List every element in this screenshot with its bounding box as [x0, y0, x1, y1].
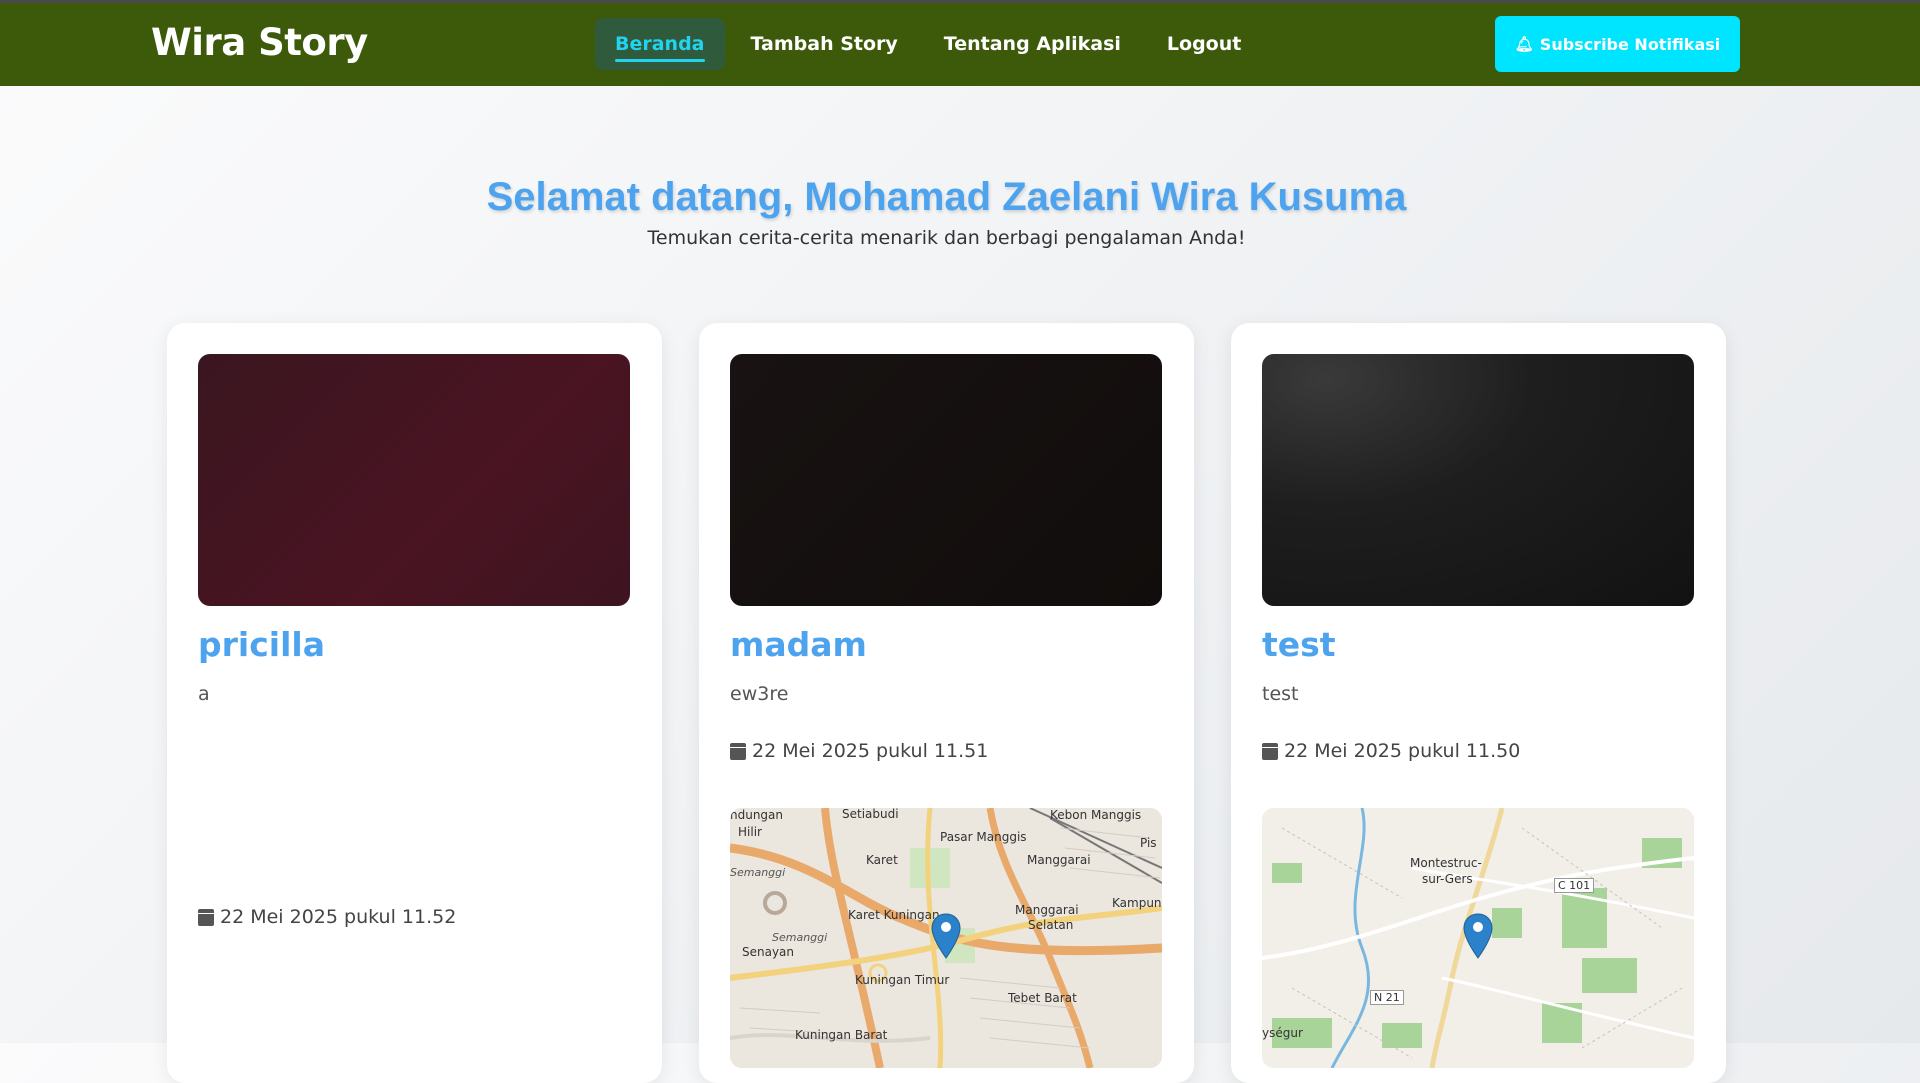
map-label: Semanggi [772, 931, 828, 944]
story-author[interactable]: pricilla [198, 625, 325, 664]
map-label: Manggarai [1027, 853, 1091, 867]
map-label: Pasar Manggis [940, 830, 1027, 844]
map-label: Karet Kuningan [848, 908, 940, 922]
map-label: Tebet Barat [1008, 991, 1077, 1005]
story-date: 22 Mei 2025 pukul 11.52 [220, 906, 457, 928]
map-label: Pis [1140, 836, 1157, 850]
map-label: Kuningan Timur [855, 973, 950, 987]
story-card[interactable]: test test 22 Mei 2025 pukul 11.50 Montes… [1231, 323, 1726, 1083]
story-image[interactable] [198, 354, 630, 606]
map-label: sur-Gers [1422, 872, 1473, 886]
nav-beranda[interactable]: Beranda [595, 18, 725, 70]
map-label: Kampung [1112, 896, 1162, 910]
map-label: Setiabudi [842, 808, 899, 821]
brand-logo[interactable]: Wira Story [151, 21, 368, 64]
story-location-map[interactable]: ndungan Hilir Setiabudi Pasar Manggis Ke… [730, 808, 1162, 1068]
story-card[interactable]: pricilla a 22 Mei 2025 pukul 11.52 [167, 323, 662, 1083]
story-date-row: 22 Mei 2025 pukul 11.50 [1262, 740, 1520, 762]
subscribe-label: Subscribe Notifikasi [1539, 34, 1721, 54]
map-label: Manggarai [1015, 903, 1079, 917]
subscribe-notification-button[interactable]: 🔔︎ Subscribe Notifikasi [1495, 16, 1740, 72]
calendar-icon [198, 908, 214, 926]
welcome-subtitle: Temukan cerita-cerita menarik dan berbag… [647, 227, 1246, 249]
story-date-row: 22 Mei 2025 pukul 11.51 [730, 740, 988, 762]
story-card[interactable]: madam ew3re 22 Mei 2025 pukul 11.51 ndun… [699, 323, 1194, 1083]
bell-icon: 🔔︎ [1514, 35, 1534, 53]
map-label: ységur [1262, 1026, 1303, 1040]
story-description: a [198, 683, 210, 705]
map-label: Karet [866, 853, 898, 867]
nav-tentang-aplikasi[interactable]: Tentang Aplikasi [924, 18, 1141, 70]
story-description: test [1262, 683, 1299, 705]
calendar-icon [730, 742, 746, 760]
map-label: ndungan [730, 808, 784, 822]
story-author[interactable]: test [1262, 625, 1336, 664]
story-date: 22 Mei 2025 pukul 11.50 [1284, 740, 1521, 762]
map-label: Semanggi [730, 866, 786, 879]
map-label: Kuningan Barat [795, 1028, 888, 1042]
map-label: C 101 [1554, 878, 1595, 893]
calendar-icon [1262, 742, 1278, 760]
story-date-row: 22 Mei 2025 pukul 11.52 [198, 906, 456, 928]
welcome-title: Selamat datang, Mohamad Zaelani Wira Kus… [486, 175, 1407, 219]
story-image[interactable] [1262, 354, 1694, 606]
map-label: N 21 [1370, 990, 1404, 1005]
map-label: Selatan [1028, 918, 1074, 932]
story-location-map[interactable]: Montestruc- sur-Gers C 101 N 21 ységur [1262, 808, 1694, 1068]
map-label: Montestruc- [1410, 856, 1482, 870]
map-label: Hilir [738, 825, 762, 839]
map-marker-icon[interactable] [1463, 913, 1493, 959]
main-nav: Beranda Tambah Story Tentang Aplikasi Lo… [595, 18, 1261, 70]
story-author[interactable]: madam [730, 625, 867, 664]
map-label: Kebon Manggis [1050, 808, 1142, 822]
nav-logout[interactable]: Logout [1147, 18, 1261, 70]
navbar: Wira Story Beranda Tambah Story Tentang … [0, 3, 1920, 86]
story-description: ew3re [730, 683, 789, 705]
map-marker-icon[interactable] [931, 913, 961, 959]
nav-tambah-story[interactable]: Tambah Story [731, 18, 918, 70]
story-image[interactable] [730, 354, 1162, 606]
story-date: 22 Mei 2025 pukul 11.51 [752, 740, 989, 762]
map-label: Senayan [742, 945, 795, 959]
